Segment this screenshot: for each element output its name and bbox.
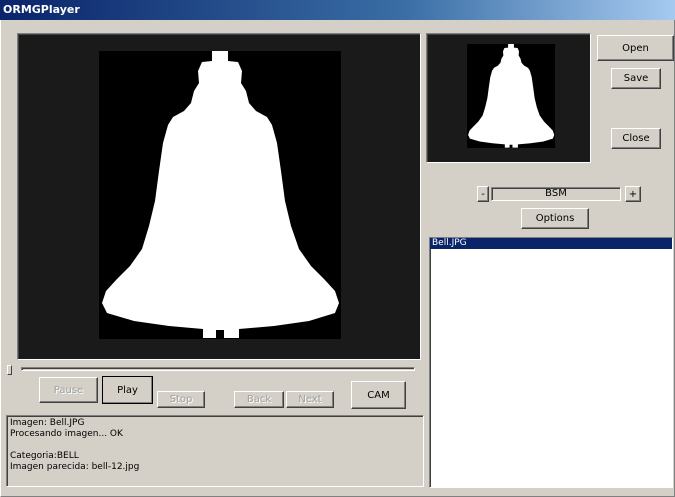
main-window: Open Save Close - BSM + Options Bell.JPG… bbox=[0, 20, 675, 497]
minus-button[interactable]: - bbox=[477, 186, 489, 202]
pause-button[interactable]: Pause bbox=[39, 377, 98, 403]
title-bar: ORMGPlayer bbox=[0, 0, 675, 20]
play-button[interactable]: Play bbox=[102, 376, 153, 404]
window-title: ORMGPlayer bbox=[3, 3, 80, 16]
algorithm-value: BSM bbox=[545, 188, 567, 199]
open-button[interactable]: Open bbox=[597, 35, 674, 61]
cam-button[interactable]: CAM bbox=[351, 381, 406, 409]
log-line: Procesando imagen... OK bbox=[10, 429, 123, 439]
plus-button[interactable]: + bbox=[625, 186, 641, 202]
bell-thumbnail-image bbox=[468, 44, 555, 148]
log-line: Categoria:BELL bbox=[10, 451, 79, 461]
log-line: Imagen parecida: bell-12.jpg bbox=[10, 462, 140, 472]
thumbnail-frame bbox=[467, 44, 555, 148]
next-button[interactable]: Next bbox=[286, 391, 334, 408]
bell-silhouette-image bbox=[102, 51, 339, 338]
back-button[interactable]: Back bbox=[234, 391, 284, 408]
position-slider-thumb[interactable] bbox=[7, 365, 12, 375]
file-list[interactable]: Bell.JPG bbox=[429, 237, 673, 488]
close-button[interactable]: Close bbox=[611, 128, 661, 149]
status-log: Imagen: Bell.JPG Procesando imagen... OK… bbox=[6, 415, 424, 487]
save-button[interactable]: Save bbox=[611, 68, 661, 89]
options-button[interactable]: Options bbox=[521, 208, 589, 229]
position-slider-track[interactable] bbox=[21, 367, 415, 371]
list-item-label: Bell.JPG bbox=[432, 238, 467, 248]
stop-button[interactable]: Stop bbox=[157, 391, 205, 408]
algorithm-selector[interactable]: BSM bbox=[491, 187, 621, 201]
list-item[interactable]: Bell.JPG bbox=[430, 238, 672, 249]
video-frame bbox=[99, 51, 341, 339]
video-display bbox=[17, 33, 421, 360]
log-line: Imagen: Bell.JPG bbox=[10, 418, 85, 428]
thumbnail-display bbox=[426, 33, 591, 163]
